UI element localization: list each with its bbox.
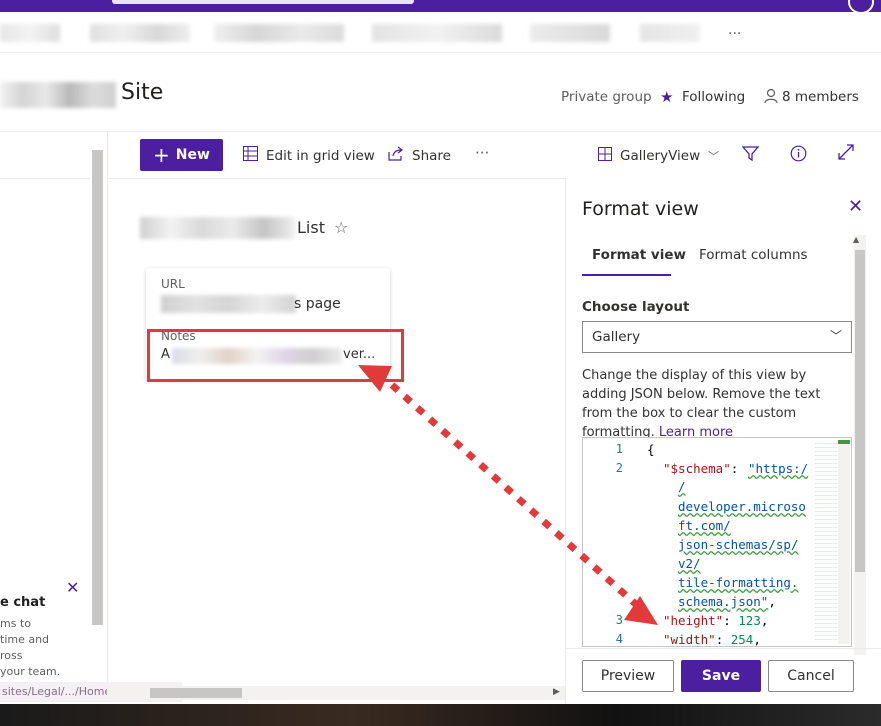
line-number: 3: [615, 613, 623, 627]
site-title-obscured: [0, 82, 116, 108]
filter-icon[interactable]: [741, 145, 760, 166]
code-url: tile-formatting.: [678, 575, 799, 590]
expand-icon[interactable]: [838, 144, 854, 164]
suite-bar: [0, 0, 881, 14]
code-url: /: [678, 479, 686, 494]
code-key: "width": [663, 632, 716, 647]
code-key: "$schema": [663, 461, 731, 476]
code-url: v2/: [678, 556, 701, 571]
site-title[interactable]: Site: [121, 80, 163, 105]
chat-promo-line: ms to: [0, 617, 31, 630]
code-line: "height": 123,: [663, 613, 769, 628]
nav-item-obscured[interactable]: [0, 24, 60, 42]
nav-item-obscured[interactable]: [530, 24, 610, 42]
save-button[interactable]: Save: [681, 660, 761, 692]
nav-item-obscured[interactable]: [90, 24, 190, 42]
person-icon: [764, 88, 778, 108]
code-number: 254: [730, 632, 754, 647]
code-url: json-schemas/sp/: [678, 537, 799, 552]
line-number: 1: [615, 442, 623, 456]
tab-format-view[interactable]: Format view: [592, 247, 686, 263]
code-line: schema.json",: [678, 594, 776, 609]
new-button[interactable]: + New: [140, 139, 223, 171]
list-title: List: [297, 218, 325, 237]
plus-icon: +: [153, 143, 170, 167]
editor-minimap[interactable]: [815, 440, 837, 640]
tab-format-columns[interactable]: Format columns: [699, 247, 808, 263]
code-url: schema.json": [678, 594, 769, 609]
chat-promo-line: time and: [0, 633, 50, 646]
preview-button[interactable]: Preview: [582, 660, 674, 692]
url-field-label: URL: [161, 277, 185, 291]
search-box[interactable]: [112, 0, 414, 4]
hub-nav: [0, 12, 881, 53]
code-line: {: [647, 442, 655, 457]
close-icon[interactable]: ✕: [848, 196, 863, 217]
code-url: ft.com/: [678, 518, 731, 533]
nav-item-obscured[interactable]: [372, 24, 502, 42]
edit-grid-view-button[interactable]: Edit in grid view: [243, 146, 375, 165]
scroll-right-arrow-icon[interactable]: ▶: [553, 687, 560, 697]
close-icon[interactable]: ✕: [66, 578, 79, 597]
horizontal-scroll-thumb[interactable]: [150, 688, 242, 698]
panel-title: Format view: [582, 198, 699, 220]
info-icon[interactable]: [790, 145, 807, 166]
nav-more-button[interactable]: ...: [728, 22, 741, 38]
grid-icon: [243, 146, 258, 165]
scroll-up-arrow-icon[interactable]: ▲: [853, 235, 859, 244]
star-icon[interactable]: ★: [660, 88, 673, 106]
editor-scrollbar[interactable]: [838, 444, 850, 644]
code-key: "height": [663, 613, 724, 628]
nav-item-obscured[interactable]: [640, 24, 700, 42]
gallery-view-icon: [598, 146, 612, 165]
divider: [107, 178, 565, 179]
divider: [565, 648, 881, 649]
editor-scroll-indicator: [838, 440, 850, 444]
active-tab-indicator: [582, 274, 671, 276]
nav-item-obscured[interactable]: [214, 24, 344, 42]
chat-promo-line: ross: [0, 649, 23, 662]
url-field-value[interactable]: s page: [294, 296, 341, 312]
divider: [0, 131, 881, 132]
divider: [0, 178, 90, 179]
cancel-button[interactable]: Cancel: [768, 660, 854, 692]
code-url: "https:/: [748, 461, 809, 476]
view-selector-label: GalleryView: [620, 147, 701, 164]
chat-promo-title: e chat: [0, 595, 46, 610]
chat-promo-line: your team.: [0, 665, 61, 678]
json-editor[interactable]: 1 { 2 "$schema": "https:/ / developer.mi…: [582, 437, 852, 647]
view-selector[interactable]: GalleryView ﹀: [598, 146, 719, 165]
share-icon: [388, 146, 404, 165]
desktop-background: [0, 704, 881, 726]
annotation-highlight-box: [147, 329, 404, 382]
members-button[interactable]: 8 members: [782, 89, 859, 105]
chevron-down-icon: ﹀: [708, 149, 720, 163]
edit-grid-view-label: Edit in grid view: [266, 147, 375, 164]
list-title-obscured: [140, 217, 295, 239]
share-label: Share: [412, 147, 451, 164]
layout-description: Change the display of this view by addin…: [582, 366, 852, 442]
chevron-down-icon: ﹀: [830, 329, 843, 343]
layout-dropdown-value: Gallery: [592, 329, 641, 345]
star-outline-icon[interactable]: ☆: [334, 218, 348, 237]
line-number: 4: [615, 632, 623, 646]
line-number: 2: [615, 461, 623, 475]
group-type-label: Private group: [561, 89, 652, 105]
choose-layout-label: Choose layout: [582, 299, 690, 315]
code-url: developer.microso: [678, 499, 806, 514]
more-options-button[interactable]: ···: [475, 144, 489, 162]
code-number: 123: [738, 613, 761, 628]
url-value-obscured: [161, 295, 296, 313]
panel-scroll-thumb[interactable]: [855, 250, 865, 572]
left-scrollbar[interactable]: [92, 150, 103, 625]
share-button[interactable]: Share: [388, 146, 451, 165]
following-button[interactable]: Following: [682, 89, 745, 105]
code-line: "$schema":: [663, 461, 746, 476]
new-button-label: New: [175, 147, 210, 163]
code-line: "width": 254,: [663, 632, 761, 647]
